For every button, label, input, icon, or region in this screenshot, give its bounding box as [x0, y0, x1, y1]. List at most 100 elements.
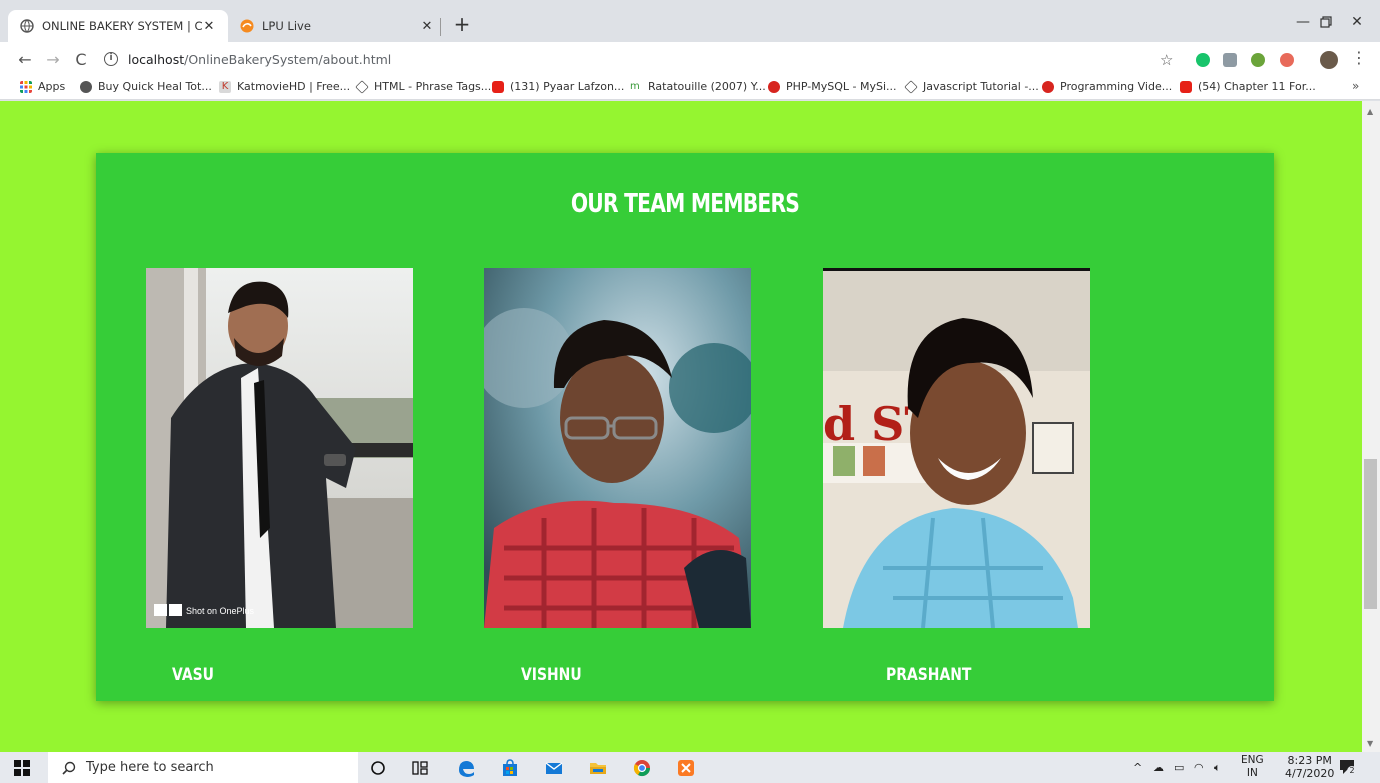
- file-explorer-icon[interactable]: [588, 758, 608, 778]
- close-tab-icon[interactable]: ✕: [202, 19, 216, 34]
- search-icon: [62, 761, 76, 775]
- store-icon[interactable]: [500, 758, 520, 778]
- xampp-icon[interactable]: [676, 758, 696, 778]
- lpu-logo-icon: [240, 19, 254, 33]
- bookmark-item[interactable]: K KatmovieHD | Free...: [219, 80, 350, 93]
- bookmark-item[interactable]: Javascript Tutorial -...: [904, 79, 1039, 94]
- onedrive-cloud-icon[interactable]: ☁: [1153, 761, 1164, 774]
- grammarly-extension-icon[interactable]: [1196, 53, 1210, 67]
- system-clock[interactable]: 8:23 PM 4/7/2020: [1285, 754, 1334, 780]
- katmovie-icon: K: [219, 80, 231, 93]
- extension-icon[interactable]: [1251, 53, 1265, 67]
- bookmark-label: PHP-MySQL - MySi...: [786, 80, 897, 93]
- scroll-down-arrow-icon[interactable]: ▼: [1367, 739, 1373, 748]
- windows-taskbar: Type here to search ^ ☁ ▭ ◠ 🔈︎ ENG IN 8:…: [0, 752, 1380, 783]
- bookmark-item[interactable]: Programming Vide...: [1042, 80, 1172, 93]
- portrait-image: [484, 268, 751, 628]
- bookmark-item[interactable]: m Ratatouille (2007) Y...: [630, 80, 766, 93]
- language-indicator[interactable]: ENG IN: [1241, 754, 1264, 780]
- globe-icon: [80, 80, 92, 93]
- back-button[interactable]: ←: [14, 48, 36, 70]
- menu-dots-icon[interactable]: ⋮: [1351, 49, 1367, 67]
- tab-separator: [440, 18, 441, 36]
- apps-grid-icon: [20, 80, 32, 93]
- bookmark-label: Buy Quick Heal Tot...: [98, 80, 212, 93]
- edge-browser-icon[interactable]: [456, 758, 476, 778]
- reload-button[interactable]: C: [70, 48, 92, 70]
- programming-site-icon: [1042, 80, 1054, 93]
- vertical-scrollbar[interactable]: ▲ ▼: [1362, 101, 1380, 752]
- bookmark-label: Ratatouille (2007) Y...: [648, 80, 766, 93]
- svg-text:Shot on OnePlus: Shot on OnePlus: [186, 606, 255, 616]
- bookmark-label: Javascript Tutorial -...: [923, 80, 1039, 93]
- bookmark-apps[interactable]: Apps: [20, 80, 65, 93]
- cortana-icon[interactable]: [368, 758, 388, 778]
- mail-icon[interactable]: [544, 758, 564, 778]
- member-photo-vasu: Shot on OnePlus: [146, 268, 413, 628]
- tab-online-bakery[interactable]: ONLINE BAKERY SYSTEM | Custo ✕: [8, 10, 228, 42]
- close-window-button[interactable]: ✕: [1334, 10, 1380, 34]
- bookmark-item[interactable]: Buy Quick Heal Tot...: [80, 80, 212, 93]
- action-center-button[interactable]: 2: [1338, 758, 1357, 776]
- member-name-vishnu: VISHNU: [521, 665, 582, 685]
- browser-toolbar: ← → C i localhost/OnlineBakerySystem/abo…: [0, 42, 1380, 76]
- bookmark-item[interactable]: HTML - Phrase Tags...: [355, 79, 492, 94]
- oneplus-watermark: Shot on OnePlus: [154, 604, 255, 616]
- tab-strip: ONLINE BAKERY SYSTEM | Custo ✕ LPU Live …: [0, 0, 1380, 42]
- url-path: /OnlineBakerySystem/about.html: [184, 51, 392, 67]
- profile-avatar[interactable]: [1320, 51, 1338, 69]
- bookmark-label: HTML - Phrase Tags...: [374, 80, 492, 93]
- bookmark-star-icon[interactable]: ☆: [1160, 51, 1173, 69]
- member-name-vasu: VASU: [172, 665, 214, 685]
- bookmark-item[interactable]: PHP-MySQL - MySi...: [768, 80, 897, 93]
- new-tab-button[interactable]: +: [452, 12, 472, 36]
- show-hidden-icons-chevron-icon[interactable]: ^: [1133, 761, 1142, 774]
- portrait-image: Shot on OnePlus: [146, 268, 413, 628]
- bookmark-label: (131) Pyaar Lafzon...: [510, 80, 625, 93]
- member-photo-prashant: d ST: [823, 268, 1090, 628]
- bookmark-label: KatmovieHD | Free...: [237, 80, 351, 93]
- youtube-icon: [492, 80, 504, 93]
- address-bar[interactable]: i localhost/OnlineBakerySystem/about.htm…: [104, 47, 1184, 71]
- forward-button[interactable]: →: [42, 48, 64, 70]
- search-placeholder: Type here to search: [86, 760, 214, 775]
- language-code: ENG: [1241, 754, 1264, 766]
- bookmark-label: Apps: [38, 80, 66, 93]
- bookmarks-bar: Apps Buy Quick Heal Tot... K KatmovieHD …: [0, 76, 1380, 100]
- team-heading: OUR TEAM MEMBERS: [570, 189, 800, 219]
- notification-count: 2: [1347, 766, 1357, 776]
- battery-icon[interactable]: ▭: [1174, 761, 1184, 774]
- bookmark-label: (54) Chapter 11 For...: [1198, 80, 1316, 93]
- taskbar-search-box[interactable]: Type here to search: [48, 752, 358, 783]
- diamond-icon: [904, 79, 918, 94]
- tab-lpu-live[interactable]: LPU Live ✕: [228, 10, 446, 42]
- bookmark-item[interactable]: (131) Pyaar Lafzon...: [492, 80, 624, 93]
- more-bookmarks-button[interactable]: »: [1352, 79, 1359, 93]
- extension-icon[interactable]: [1280, 53, 1294, 67]
- portrait-image: d ST: [823, 268, 1090, 628]
- member-photo-vishnu: [484, 268, 751, 628]
- diamond-icon: [355, 79, 369, 94]
- tab-title: LPU Live: [262, 19, 311, 33]
- windows-start-button[interactable]: [14, 760, 30, 776]
- info-icon[interactable]: i: [104, 52, 118, 66]
- globe-icon: [20, 19, 34, 33]
- youtube-icon: [1180, 80, 1192, 93]
- wifi-icon[interactable]: ◠: [1194, 761, 1204, 774]
- scrollbar-thumb[interactable]: [1364, 459, 1377, 609]
- mysql-site-icon: [768, 80, 780, 93]
- url-host: localhost: [128, 51, 185, 67]
- close-tab-icon[interactable]: ✕: [420, 19, 434, 34]
- task-view-icon[interactable]: [410, 758, 430, 778]
- chrome-icon[interactable]: [632, 758, 652, 778]
- bookmark-item[interactable]: (54) Chapter 11 For...: [1180, 80, 1316, 93]
- movie-site-icon: m: [630, 80, 640, 92]
- extension-icon[interactable]: [1223, 53, 1237, 67]
- volume-icon[interactable]: 🔈︎: [1214, 761, 1221, 775]
- region-code: IN: [1246, 767, 1258, 779]
- bookmark-label: Programming Vide...: [1060, 80, 1173, 93]
- scroll-up-arrow-icon[interactable]: ▲: [1367, 107, 1373, 116]
- tab-title: ONLINE BAKERY SYSTEM | Custo: [42, 19, 202, 33]
- restore-icon: [1320, 16, 1332, 28]
- team-section: OUR TEAM MEMBERS Shot on OnePlus d ST VA…: [96, 153, 1274, 701]
